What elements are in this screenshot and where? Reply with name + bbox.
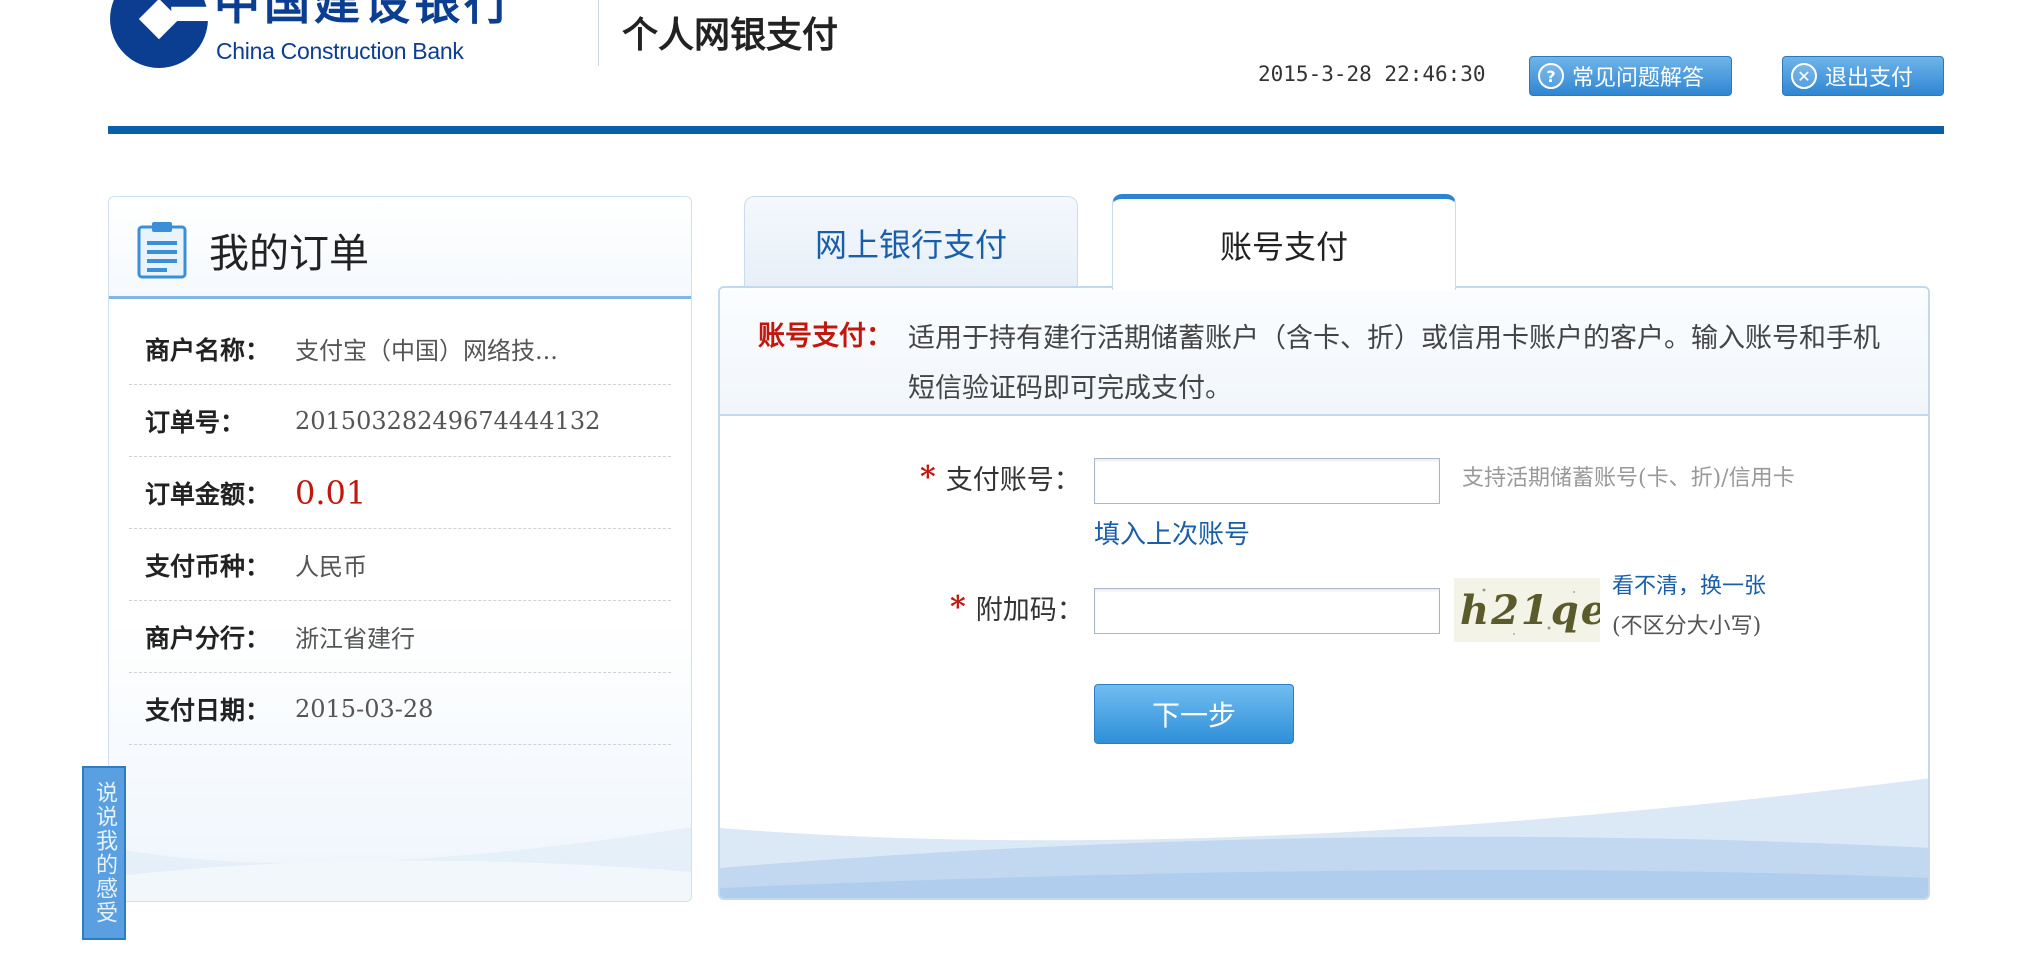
order-row-value: 2015-03-28	[295, 694, 434, 723]
order-row-label: 订单金额：	[145, 479, 271, 509]
faq-button-label: 常见问题解答	[1572, 66, 1705, 91]
account-pay-panel: 账号支付： 适用于持有建行活期储蓄账户（含卡、折）或信用卡账户的客户。输入账号和…	[718, 286, 1930, 900]
page-subtitle: 个人网银支付	[622, 15, 839, 56]
payment-description: 账号支付： 适用于持有建行活期储蓄账户（含卡、折）或信用卡账户的客户。输入账号和…	[720, 288, 1928, 416]
order-row-label: 商户名称：	[145, 335, 271, 365]
question-mark-icon: ?	[1538, 63, 1564, 89]
order-row-order-number: 订单号： 20150328249674444132	[129, 385, 671, 457]
payment-description-label: 账号支付：	[758, 321, 893, 352]
brand-name-cn: 中国建设银行	[214, 0, 514, 30]
order-row-label: 支付币种：	[145, 551, 271, 581]
tab-account-pay[interactable]: 账号支付	[1112, 194, 1456, 290]
required-marker: *	[950, 590, 966, 625]
captcha-field-label: * 附加码：	[950, 588, 1084, 627]
brand-name-en: China Construction Bank	[216, 38, 464, 64]
fill-last-account-link[interactable]: 填入上次账号	[1094, 514, 1250, 551]
header-divider	[598, 0, 599, 66]
account-label-text: 支付账号：	[945, 465, 1081, 496]
account-number-input[interactable]	[1094, 458, 1440, 504]
order-amount-value: 0.01	[295, 473, 367, 512]
order-row-value: 支付宝（中国）网络技...	[295, 337, 558, 365]
order-row-value: 浙江省建行	[295, 625, 415, 653]
close-circle-icon: ✕	[1791, 63, 1817, 89]
clipboard-icon	[137, 222, 187, 279]
account-field-label: * 支付账号：	[920, 458, 1081, 497]
ccb-logo-icon	[110, 0, 210, 68]
next-step-button[interactable]: 下一步	[1094, 684, 1294, 744]
order-row-label: 订单号：	[145, 407, 246, 437]
current-datetime: 2015-3-28 22:46:30	[1258, 62, 1486, 86]
order-panel: 我的订单 商户名称： 支付宝（中国）网络技... 订单号： 2015032824…	[108, 196, 692, 902]
order-row-currency: 支付币种： 人民币	[129, 529, 671, 601]
account-hint: 支持活期储蓄账号(卡、折)/信用卡	[1462, 466, 1795, 491]
exit-payment-button[interactable]: ✕ 退出支付	[1782, 56, 1944, 96]
feedback-tab[interactable]: 说说我的感受	[82, 766, 126, 940]
captcha-refresh-link[interactable]: 看不清，换一张	[1612, 568, 1766, 600]
required-marker: *	[920, 460, 936, 495]
order-title: 我的订单	[209, 231, 369, 277]
order-row-label: 商户分行：	[145, 623, 271, 653]
order-row-branch: 商户分行： 浙江省建行	[129, 601, 671, 673]
header-rule	[108, 126, 1944, 134]
payment-description-text: 适用于持有建行活期储蓄账户（含卡、折）或信用卡账户的客户。输入账号和手机短信验证…	[908, 323, 1880, 404]
order-row-value: 20150328249674444132	[295, 406, 601, 435]
exit-button-label: 退出支付	[1825, 66, 1914, 91]
tab-online-banking-pay[interactable]: 网上银行支付	[744, 196, 1078, 288]
captcha-input[interactable]	[1094, 588, 1440, 634]
captcha-text: h21qe	[1460, 587, 1600, 634]
order-title-bar: 我的订单	[109, 197, 691, 299]
order-row-merchant: 商户名称： 支付宝（中国）网络技...	[129, 313, 671, 385]
decorative-wave	[720, 778, 1928, 898]
order-row-amount: 订单金额： 0.01	[129, 457, 671, 529]
captcha-label-text: 附加码：	[975, 595, 1084, 626]
faq-button[interactable]: ? 常见问题解答	[1529, 56, 1732, 96]
order-row-date: 支付日期： 2015-03-28	[129, 673, 671, 745]
order-row-label: 支付日期：	[145, 695, 271, 725]
order-row-value: 人民币	[295, 553, 367, 581]
captcha-image[interactable]: h21qe	[1454, 578, 1600, 642]
decorative-wave	[109, 827, 691, 901]
captcha-case-note: (不区分大小写)	[1612, 614, 1762, 639]
